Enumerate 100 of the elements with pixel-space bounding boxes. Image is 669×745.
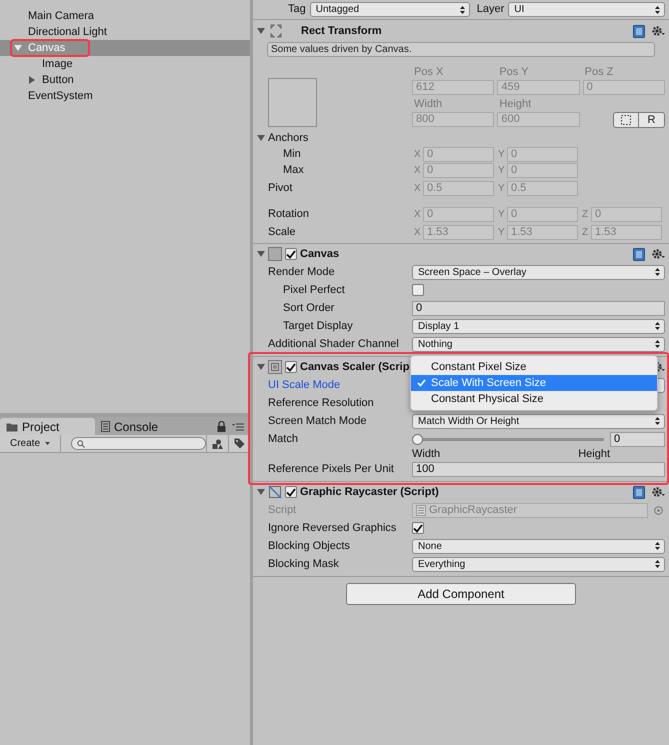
field-label: Pos Z	[584, 65, 614, 80]
rect-transform-icon	[269, 24, 283, 38]
expanded-triangle-icon[interactable]	[14, 44, 22, 52]
slider-max-label: Height	[578, 446, 610, 462]
property-label: Target Display	[283, 318, 353, 334]
scaler-icon	[268, 360, 282, 374]
property-label: Ignore Reversed Graphics	[268, 520, 396, 536]
checkbox[interactable]	[285, 361, 297, 373]
menu-option[interactable]: Constant Pixel Size	[411, 359, 657, 375]
dropdown[interactable]: None	[412, 538, 665, 554]
checkbox[interactable]	[412, 284, 424, 296]
raycaster-icon	[268, 485, 282, 499]
axis-label: X	[413, 182, 422, 196]
panel-tab[interactable]: Console	[95, 418, 190, 435]
object-picker-icon[interactable]	[654, 506, 663, 514]
hierarchy-item[interactable]: Main Camera	[0, 8, 250, 24]
component-title: Canvas Scaler (Scrip	[300, 360, 410, 375]
collapsed-triangle-icon[interactable]	[28, 76, 36, 84]
gear-icon[interactable]	[651, 248, 665, 260]
axis-label: Y	[497, 164, 506, 178]
field-label: Height	[498, 97, 532, 112]
dotted-square-icon	[621, 115, 631, 125]
expanded-triangle-icon[interactable]	[257, 488, 265, 496]
property-label: Reference Pixels Per Unit	[268, 462, 394, 477]
add-component-button[interactable]: Add Component	[346, 583, 576, 605]
layer-dropdown[interactable]: UI	[508, 2, 665, 17]
axis-label: Z	[581, 208, 590, 222]
checkmark-icon	[286, 362, 296, 372]
up-down-arrows-icon	[655, 560, 660, 568]
axis-label: Y	[497, 208, 506, 222]
panel-tab[interactable]: Project	[0, 418, 95, 435]
property-label: Sort Order	[283, 300, 334, 316]
property-label: Pivot	[268, 180, 292, 196]
axis-label: X	[413, 226, 422, 240]
layer-label: Layer	[476, 2, 504, 18]
gear-icon[interactable]	[651, 486, 665, 498]
slider-min-label: Width	[412, 446, 440, 462]
axis-label: Y	[497, 226, 506, 240]
property-label: Blocking Objects	[268, 538, 350, 554]
property-label: Max	[283, 162, 304, 178]
property-label: Match	[268, 432, 298, 447]
property-label: Min	[283, 146, 301, 162]
hierarchy-item[interactable]: Button	[0, 72, 250, 88]
property-label: Reference Resolution	[268, 396, 374, 411]
component-title: Graphic Raycaster (Script)	[300, 484, 439, 500]
axis-label: Z	[581, 226, 590, 240]
axis-label: Y	[497, 182, 506, 196]
field-label: Width	[413, 97, 444, 112]
search-icon	[77, 440, 86, 448]
menu-icon[interactable]	[232, 422, 244, 430]
checkbox[interactable]	[285, 248, 297, 260]
search-field[interactable]	[71, 437, 206, 450]
up-down-arrows-icon	[655, 542, 660, 550]
property-label: Screen Match Mode	[268, 414, 366, 429]
dropdown[interactable]: Screen Space – Overlay	[412, 264, 665, 280]
hierarchy-item[interactable]: Directional Light	[0, 24, 250, 40]
lock-icon[interactable]	[217, 421, 226, 432]
gear-icon[interactable]	[651, 25, 665, 37]
tag-dropdown[interactable]: Untagged	[310, 2, 470, 17]
property-label: Pixel Perfect	[283, 282, 345, 298]
hierarchy-item[interactable]: Image	[0, 56, 250, 72]
dropdown[interactable]: Nothing	[412, 336, 665, 352]
shapes-icon	[212, 438, 223, 448]
up-down-arrows-icon	[460, 6, 465, 14]
slider-track[interactable]	[412, 433, 604, 445]
expanded-triangle-icon[interactable]	[257, 250, 265, 258]
square-icon	[268, 247, 282, 261]
property-label: Script	[268, 502, 296, 518]
axis-label: X	[413, 208, 422, 222]
up-down-arrows-icon	[655, 6, 660, 14]
help-book-icon[interactable]	[633, 24, 645, 38]
caret-icon	[45, 442, 50, 445]
number-field[interactable]: 0	[412, 300, 665, 316]
checkmark-icon	[286, 488, 296, 496]
dropdown[interactable]: Display 1	[412, 318, 665, 334]
number-field[interactable]: 0	[610, 432, 665, 446]
document-icon	[101, 421, 110, 432]
help-book-icon[interactable]	[633, 248, 645, 260]
dropdown[interactable]: Everything	[412, 556, 665, 572]
checkmark-icon	[286, 250, 296, 258]
axis-label: X	[413, 148, 422, 162]
property-label: Rotation	[268, 206, 309, 222]
menu-option[interactable]: Scale With Screen Size	[411, 375, 657, 391]
dropdown[interactable]: Match Width Or Height	[412, 414, 665, 428]
number-field[interactable]: 100	[412, 462, 665, 476]
folder-icon	[6, 422, 18, 432]
hierarchy-item[interactable]: EventSystem	[0, 88, 250, 104]
up-down-arrows-icon	[655, 268, 660, 276]
axis-label: Y	[497, 148, 506, 162]
field-label: Pos Y	[498, 65, 530, 80]
menu-option[interactable]: Constant Physical Size	[411, 391, 657, 407]
help-book-icon[interactable]	[633, 486, 645, 498]
checkbox[interactable]	[412, 522, 424, 534]
slider-thumb[interactable]	[412, 434, 423, 444]
property-label: Additional Shader Channel	[268, 336, 399, 352]
axis-label: X	[413, 164, 422, 178]
checkbox[interactable]	[285, 486, 297, 498]
expanded-triangle-icon[interactable]	[257, 363, 265, 371]
section-label: Anchors	[268, 130, 308, 146]
info-notice: Some values driven by Canvas.	[267, 42, 655, 57]
